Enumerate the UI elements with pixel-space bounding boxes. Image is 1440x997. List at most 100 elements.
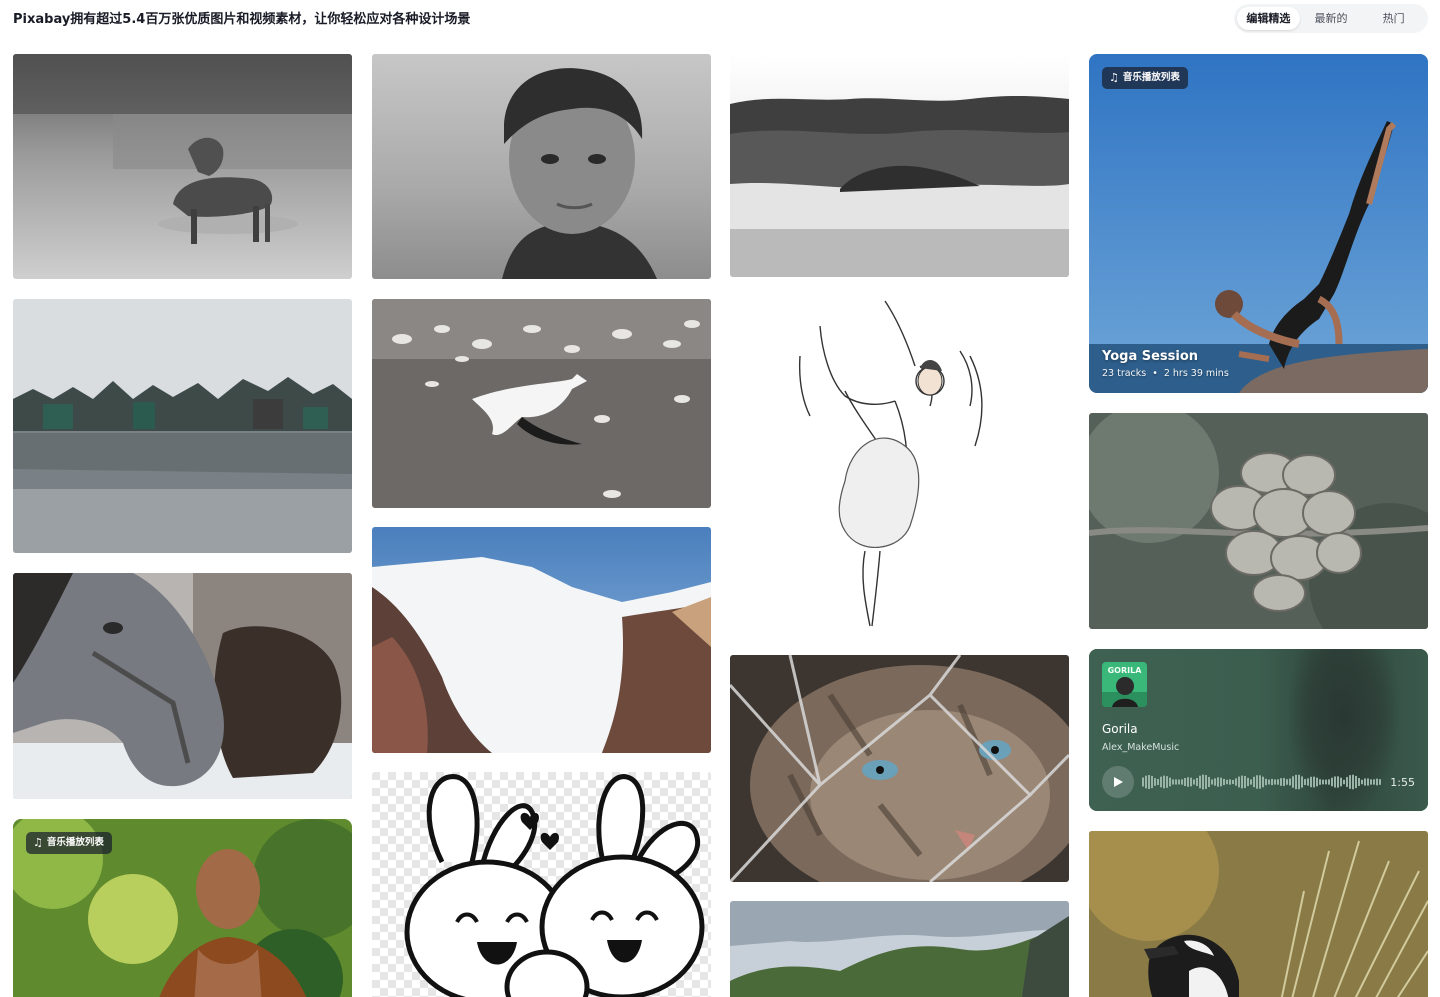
waveform-bar	[1181, 779, 1183, 785]
waveform-bar	[1373, 779, 1375, 785]
waveform-bar	[1196, 777, 1198, 787]
image-card-penguin[interactable]	[1089, 831, 1428, 997]
playlist-track-count: 23 tracks	[1102, 368, 1147, 379]
waveform-bar	[1310, 776, 1312, 788]
image-card-goose-flight[interactable]	[372, 299, 711, 508]
waveform-bar	[1235, 778, 1237, 786]
waveform-bar	[1265, 778, 1267, 786]
track-artist[interactable]: Alex_MakeMusic	[1102, 742, 1179, 753]
tab-trending[interactable]: 热门	[1362, 7, 1425, 30]
horses-photo	[13, 573, 352, 799]
waveform-bar	[1154, 778, 1156, 786]
waveform-bar	[1328, 779, 1330, 785]
waveform-bar	[1166, 776, 1168, 788]
bunnies-lineart	[372, 772, 711, 997]
waveform-bar	[1169, 777, 1171, 787]
music-track-card[interactable]: GORILA Gorila Alex_MakeMusic 1:55	[1089, 649, 1428, 811]
waveform-bar	[1379, 779, 1381, 785]
waveform-bar	[1145, 775, 1147, 789]
image-card-pinecone[interactable]	[1089, 413, 1428, 629]
waveform-bar	[1325, 779, 1327, 785]
image-card-village-lake[interactable]	[13, 299, 352, 553]
playlist-card-yoga[interactable]: ♫ 音乐播放列表 Yoga Session 23 tracks • 2 hrs …	[1089, 54, 1428, 393]
image-card-misty-hills[interactable]	[730, 54, 1069, 277]
tab-editors-choice[interactable]: 编辑精选	[1237, 7, 1300, 30]
playlist-badge: ♫ 音乐播放列表	[1102, 67, 1188, 89]
waveform-bar	[1346, 777, 1348, 787]
waveform-bar	[1223, 778, 1225, 786]
waveform-bar	[1220, 777, 1222, 787]
waveform-bar	[1367, 778, 1369, 786]
waveform-bar	[1211, 779, 1213, 785]
waveform-bar	[1208, 776, 1210, 788]
playlist-info: Yoga Session 23 tracks • 2 hrs 39 mins	[1102, 349, 1229, 379]
waveform-bar	[1361, 779, 1363, 785]
header: Pixabay拥有超过5.4百万张优质图片和视频素材，让你轻松应对各种设计场景 …	[0, 0, 1440, 40]
waveform-bar	[1358, 778, 1360, 786]
waveform-bar	[1349, 775, 1351, 789]
image-card-green-valley[interactable]	[730, 901, 1069, 997]
image-card-cat-fence[interactable]	[730, 655, 1069, 882]
pinecone-photo	[1089, 413, 1428, 629]
waveform-bar	[1355, 775, 1357, 789]
cover-logo-text: GORILA	[1108, 666, 1143, 675]
image-card-dachshund[interactable]	[13, 54, 352, 279]
page-title: Pixabay拥有超过5.4百万张优质图片和视频素材，让你轻松应对各种设计场景	[13, 12, 471, 27]
waveform-bar	[1253, 776, 1255, 788]
waveform-bar	[1226, 779, 1228, 785]
waveform-bar	[1187, 777, 1189, 787]
play-button[interactable]	[1102, 766, 1134, 798]
waveform-bar	[1331, 777, 1333, 787]
waveform-bar	[1322, 779, 1324, 785]
waveform-bar	[1250, 779, 1252, 785]
waveform-bar	[1295, 774, 1297, 790]
waveform-bar	[1229, 779, 1231, 785]
image-card-ballerina-sketch[interactable]	[730, 296, 1069, 636]
boy-portrait-photo	[372, 54, 711, 279]
waveform-bar	[1214, 778, 1216, 786]
track-duration: 1:55	[1390, 776, 1415, 789]
waveform-bar	[1268, 779, 1270, 785]
image-card-horses[interactable]	[13, 573, 352, 799]
waveform-bar	[1259, 775, 1261, 789]
waveform-bar	[1283, 778, 1285, 786]
tab-latest[interactable]: 最新的	[1300, 7, 1363, 30]
waveform-bar	[1244, 775, 1246, 789]
waveform-scrubber[interactable]	[1142, 773, 1382, 791]
waveform-bar	[1304, 779, 1306, 785]
ballerina-sketch	[730, 296, 1069, 636]
waveform-bar	[1232, 779, 1234, 785]
music-note-icon: ♫	[33, 836, 43, 849]
waveform-bar	[1277, 779, 1279, 785]
image-card-snowy-mountain[interactable]	[372, 527, 711, 753]
waveform-bar	[1163, 775, 1165, 789]
snowy-mountain-photo	[372, 527, 711, 753]
playlist-badge-label: 音乐播放列表	[46, 837, 104, 848]
waveform-bar	[1307, 778, 1309, 786]
waveform-bar	[1157, 778, 1159, 786]
waveform-bar	[1262, 776, 1264, 788]
village-lake-photo	[13, 299, 352, 553]
waveform-bar	[1178, 779, 1180, 785]
waveform-bar	[1160, 776, 1162, 788]
waveform-bar	[1340, 777, 1342, 787]
image-card-boy-portrait[interactable]	[372, 54, 711, 279]
waveform-bar	[1298, 774, 1300, 790]
waveform-bar	[1199, 775, 1201, 789]
image-card-bunnies-lineart[interactable]	[372, 772, 711, 997]
waveform-bar	[1286, 779, 1288, 785]
waveform-bar	[1370, 779, 1372, 785]
waveform-bar	[1352, 774, 1354, 790]
penguin-photo	[1089, 831, 1428, 997]
waveform-bar	[1280, 778, 1282, 786]
playlist-duration: 2 hrs 39 mins	[1163, 368, 1229, 379]
playlist-title: Yoga Session	[1102, 349, 1199, 364]
waveform-bar	[1247, 777, 1249, 787]
playlist-meta: 23 tracks • 2 hrs 39 mins	[1102, 368, 1229, 379]
waveform-bar	[1217, 777, 1219, 787]
track-title: Gorila	[1102, 722, 1138, 736]
music-note-icon: ♫	[1109, 71, 1119, 84]
green-valley-photo	[730, 901, 1069, 997]
playlist-card-monk[interactable]: ♫ 音乐播放列表	[13, 819, 352, 997]
waveform-bar	[1175, 779, 1177, 785]
